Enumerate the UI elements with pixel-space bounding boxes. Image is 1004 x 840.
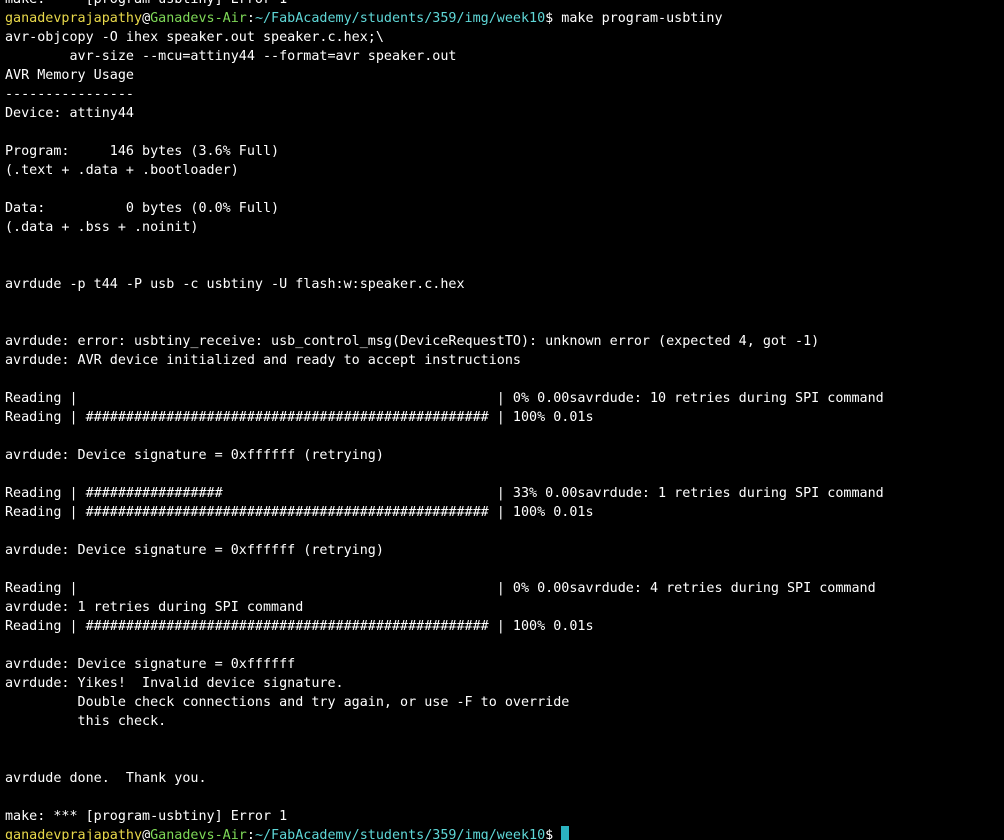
output-line: avrdude -p t44 -P usb -c usbtiny -U flas…	[5, 277, 465, 292]
output-line: Reading | ##############################…	[5, 505, 594, 520]
prompt-command: make program-usbtiny	[553, 11, 723, 26]
output-line: Reading | ##############################…	[5, 410, 594, 425]
final-prompt-host: Ganadevs-Air	[150, 828, 247, 840]
output-line: avr-size --mcu=attiny44 --format=avr spe…	[5, 49, 457, 64]
output-line: make: *** [program-usbtiny] Error 1	[5, 809, 288, 824]
output-line: Reading | ################# | 33% 0.00sa…	[5, 486, 884, 501]
output-line: Data: 0 bytes (0.0% Full)	[5, 201, 280, 216]
final-prompt-user: ganadevprajapathy	[5, 828, 143, 840]
output-line: avrdude: Device signature = 0xffffff	[5, 657, 296, 672]
output-line: this check.	[5, 714, 167, 729]
output-line: Double check connections and try again, …	[5, 695, 570, 710]
output-line: avrdude: Device signature = 0xffffff (re…	[5, 543, 384, 558]
clipped-previous-output: make: *** [program-usbtiny] Error 1	[5, 0, 1004, 9]
output-line: (.data + .bss + .noinit)	[5, 220, 199, 235]
final-prompt-colon: :	[246, 828, 255, 840]
output-line: avrdude: Device signature = 0xffffff (re…	[5, 448, 384, 463]
prompt-colon: :	[246, 11, 255, 26]
output-line: Device: attiny44	[5, 106, 134, 121]
output-line: Reading | | 0% 0.00savrdude: 10 retries …	[5, 391, 884, 406]
prompt-user: ganadevprajapathy	[5, 11, 143, 26]
text-cursor[interactable]	[561, 826, 570, 840]
output-line: avrdude: 1 retries during SPI command	[5, 600, 304, 615]
command-output: avr-objcopy -O ihex speaker.out speaker.…	[5, 28, 1004, 826]
active-prompt-line[interactable]: ganadevprajapathy@Ganadevs-Air:~/FabAcad…	[5, 826, 1004, 840]
output-line: AVR Memory Usage	[5, 68, 134, 83]
final-prompt-symbol: $	[545, 828, 562, 840]
output-line: Reading | | 0% 0.00savrdude: 4 retries d…	[5, 581, 876, 596]
prompt-path: ~/FabAcademy/students/359/img/week10	[254, 11, 546, 26]
output-line: Program: 146 bytes (3.6% Full)	[5, 144, 280, 159]
prompt-host: Ganadevs-Air	[150, 11, 247, 26]
prompt-at: @	[142, 11, 151, 26]
output-line: avrdude done. Thank you.	[5, 771, 207, 786]
terminal-window[interactable]: make: *** [program-usbtiny] Error 1 gana…	[0, 0, 1004, 840]
final-prompt-at: @	[142, 828, 151, 840]
output-line: Reading | ##############################…	[5, 619, 594, 634]
output-line: ----------------	[5, 87, 134, 102]
output-line: avrdude: AVR device initialized and read…	[5, 353, 521, 368]
output-line: (.text + .data + .bootloader)	[5, 163, 239, 178]
final-prompt-path: ~/FabAcademy/students/359/img/week10	[254, 828, 546, 840]
output-line: avr-objcopy -O ihex speaker.out speaker.…	[5, 30, 384, 45]
command-prompt-line: ganadevprajapathy@Ganadevs-Air:~/FabAcad…	[5, 9, 1004, 28]
output-line: avrdude: error: usbtiny_receive: usb_con…	[5, 334, 820, 349]
output-line: avrdude: Yikes! Invalid device signature…	[5, 676, 344, 691]
